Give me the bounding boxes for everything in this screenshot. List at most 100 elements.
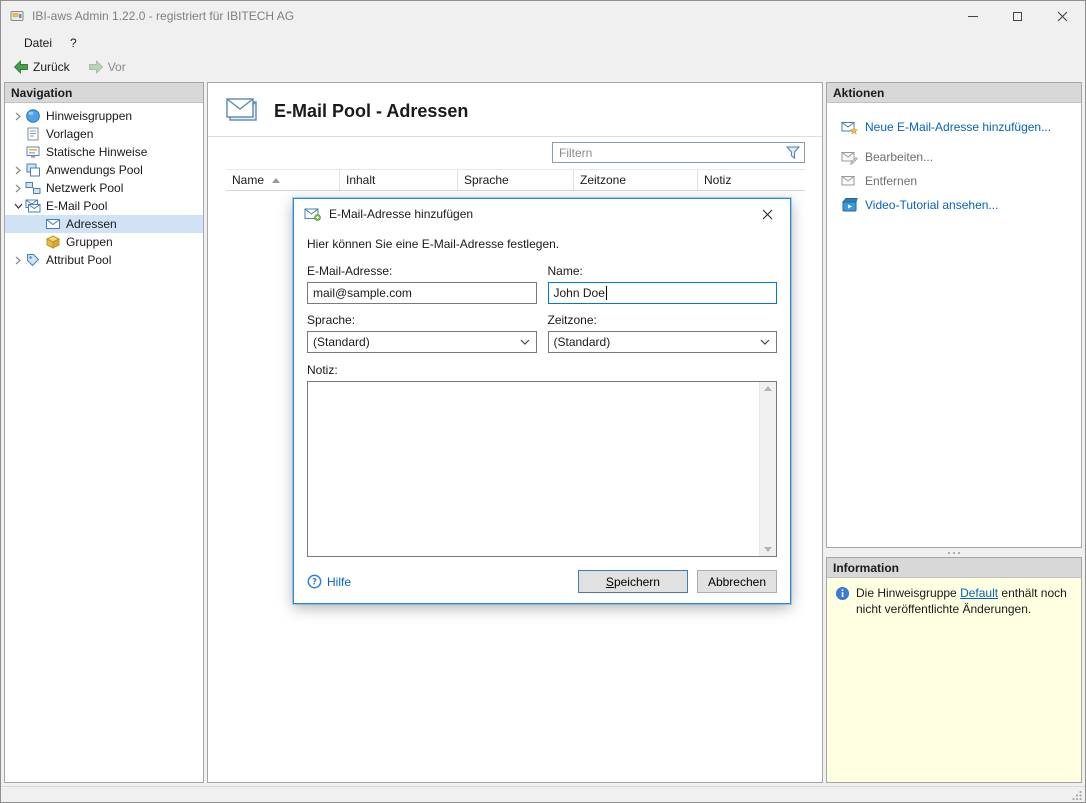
maximize-icon — [1013, 12, 1022, 21]
menubar: Datei ? — [1, 31, 1085, 55]
new-email-icon — [841, 119, 858, 135]
window-title: IBI-aws Admin 1.22.0 - registriert für I… — [32, 9, 294, 23]
help-link[interactable]: ? Hilfe — [307, 574, 351, 589]
note-scrollbar[interactable] — [759, 382, 776, 556]
back-label: Zurück — [33, 60, 70, 74]
addresses-icon — [45, 216, 61, 232]
remove-email-icon — [841, 173, 858, 189]
information-panel-header: Information — [827, 558, 1081, 578]
note-field-group: Notiz: — [307, 363, 777, 557]
note-textarea-wrap — [307, 381, 777, 557]
chevron-right-icon[interactable] — [11, 166, 25, 175]
note-label: Notiz: — [307, 363, 777, 377]
nav-item-email-pool[interactable]: E-Mail Pool — [5, 197, 203, 215]
information-message: Die Hinweisgruppe Default enthält noch n… — [856, 585, 1073, 617]
cancel-button[interactable]: Abbrechen — [697, 570, 777, 593]
action-list: Neue E-Mail-Adresse hinzufügen... Bearbe… — [827, 103, 1081, 217]
maximize-button[interactable] — [995, 1, 1040, 31]
video-tutorial-icon — [841, 197, 858, 213]
menu-datei[interactable]: Datei — [15, 33, 61, 53]
scroll-up-icon[interactable] — [764, 386, 772, 391]
dialog-form: E-Mail-Adresse: mail@sample.com Name: Jo… — [307, 264, 777, 353]
edit-email-icon — [841, 149, 858, 165]
email-field[interactable]: mail@sample.com — [307, 282, 537, 304]
panel-splitter-handle[interactable] — [826, 548, 1082, 557]
language-dropdown[interactable]: (Standard) — [307, 331, 537, 353]
default-group-link[interactable]: Default — [960, 586, 998, 600]
note-textarea[interactable] — [308, 382, 759, 556]
column-header-name[interactable]: Name — [226, 170, 340, 190]
actions-panel: Aktionen Neue E-Mail-Adresse hinzufügen.… — [826, 82, 1082, 548]
chevron-right-icon[interactable] — [11, 256, 25, 265]
dialog-close-button[interactable] — [745, 199, 790, 229]
action-entfernen: Entfernen — [837, 169, 1081, 193]
resize-grip-icon[interactable] — [1071, 789, 1083, 801]
nav-item-hinweisgruppen[interactable]: Hinweisgruppen — [5, 107, 203, 125]
nav-item-anwendungs-pool[interactable]: Anwendungs Pool — [5, 161, 203, 179]
column-header-sprache[interactable]: Sprache — [458, 170, 574, 190]
right-column: Aktionen Neue E-Mail-Adresse hinzufügen.… — [826, 82, 1082, 783]
column-header-inhalt[interactable]: Inhalt — [340, 170, 458, 190]
timezone-label: Zeitzone: — [548, 313, 778, 327]
chevron-right-icon[interactable] — [11, 184, 25, 193]
add-email-dialog: E-Mail-Adresse hinzufügen Hier können Si… — [293, 198, 791, 604]
save-button[interactable]: Speichern — [578, 570, 688, 593]
main-header: E-Mail Pool - Adressen — [208, 83, 822, 137]
scroll-down-icon[interactable] — [764, 547, 772, 552]
forward-arrow-icon — [88, 60, 104, 74]
nav-item-netzwerk-pool[interactable]: Netzwerk Pool — [5, 179, 203, 197]
dialog-titlebar[interactable]: E-Mail-Adresse hinzufügen — [294, 199, 790, 229]
name-field[interactable]: John Doe — [548, 282, 778, 304]
filter-input[interactable] — [559, 146, 786, 160]
table-header: Name Inhalt Sprache Zeitzone Notiz — [226, 169, 805, 191]
email-label: E-Mail-Adresse: — [307, 264, 537, 278]
filter-row — [208, 137, 822, 169]
nav-item-attribut-pool[interactable]: Attribut Pool — [5, 251, 203, 269]
column-header-zeitzone[interactable]: Zeitzone — [574, 170, 698, 190]
back-button[interactable]: Zurück — [9, 58, 74, 76]
page-title: E-Mail Pool - Adressen — [274, 101, 468, 122]
menu-help[interactable]: ? — [61, 33, 86, 53]
information-body: Die Hinweisgruppe Default enthält noch n… — [827, 578, 1081, 782]
nav-item-adressen[interactable]: Adressen — [5, 215, 203, 233]
dialog-title: E-Mail-Adresse hinzufügen — [329, 207, 473, 221]
email-pool-page-icon — [226, 98, 260, 124]
forward-button: Vor — [84, 58, 130, 76]
name-label: Name: — [548, 264, 778, 278]
email-add-icon — [304, 207, 321, 221]
sort-ascending-icon — [272, 178, 280, 183]
chevron-down-icon — [760, 339, 770, 345]
action-video-tutorial[interactable]: Video-Tutorial ansehen... — [837, 193, 1081, 217]
back-arrow-icon — [13, 60, 29, 74]
text-caret — [606, 286, 607, 300]
network-pool-icon — [25, 180, 41, 196]
information-panel: Information Die Hinweisgruppe Default en… — [826, 557, 1082, 783]
close-button[interactable] — [1040, 1, 1085, 31]
column-header-notiz[interactable]: Notiz — [698, 170, 805, 190]
minimize-button[interactable] — [950, 1, 995, 31]
minimize-icon — [968, 16, 978, 17]
nav-item-statische-hinweise[interactable]: Statische Hinweise — [5, 143, 203, 161]
nav-item-vorlagen[interactable]: Vorlagen — [5, 125, 203, 143]
timezone-dropdown[interactable]: (Standard) — [548, 331, 778, 353]
svg-text:?: ? — [312, 577, 317, 587]
chevron-right-icon[interactable] — [11, 112, 25, 121]
navigation-tree: Hinweisgruppen Vorlagen Statische Hinwei… — [5, 103, 203, 782]
chevron-down-icon[interactable] — [11, 202, 25, 210]
timezone-field-group: Zeitzone: (Standard) — [548, 313, 778, 353]
name-field-group: Name: John Doe — [548, 264, 778, 304]
navigation-panel: Navigation Hinweisgruppen Vorlagen Stati… — [4, 82, 204, 783]
dialog-body: Hier können Sie eine E-Mail-Adresse fest… — [294, 229, 790, 603]
nav-item-gruppen[interactable]: Gruppen — [5, 233, 203, 251]
action-new-email-address[interactable]: Neue E-Mail-Adresse hinzufügen... — [837, 115, 1081, 139]
action-bearbeiten: Bearbeiten... — [837, 145, 1081, 169]
filter-box — [552, 142, 805, 163]
dialog-description: Hier können Sie eine E-Mail-Adresse fest… — [307, 237, 777, 251]
titlebar[interactable]: IBI-aws Admin 1.22.0 - registriert für I… — [1, 1, 1085, 31]
actions-panel-header: Aktionen — [827, 83, 1081, 103]
navigation-panel-header: Navigation — [5, 83, 203, 103]
close-icon — [1057, 11, 1068, 22]
dialog-footer: ? Hilfe Speichern Abbrechen — [307, 570, 777, 593]
application-pool-icon — [25, 162, 41, 178]
filter-funnel-icon — [786, 146, 800, 159]
